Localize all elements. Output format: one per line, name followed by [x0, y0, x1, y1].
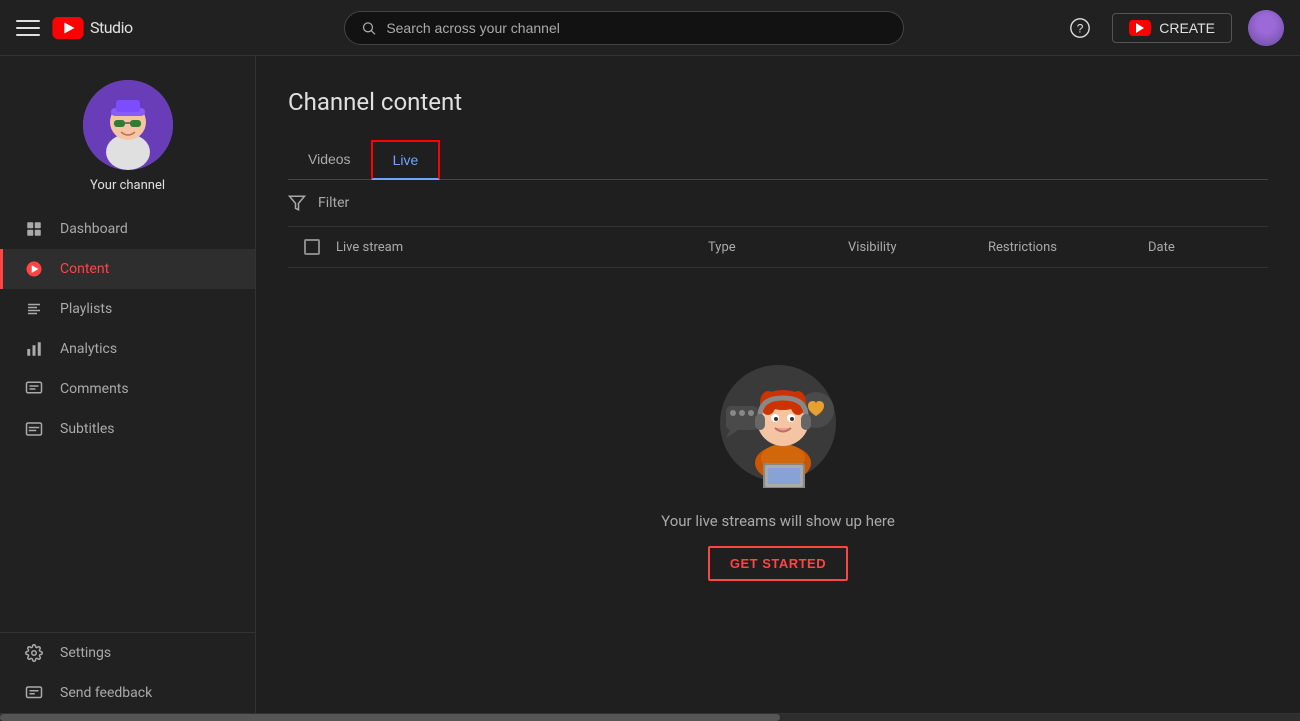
search-icon: [361, 20, 376, 36]
logo[interactable]: Studio: [52, 17, 133, 39]
playlists-label: Playlists: [60, 301, 112, 317]
header: Studio ? CREATE: [0, 0, 1300, 56]
live-stream-col-header: Live stream: [336, 240, 708, 255]
dashboard-label: Dashboard: [60, 221, 128, 237]
page-title: Channel content: [288, 88, 1268, 116]
subtitles-label: Subtitles: [60, 421, 115, 437]
empty-illustration: [708, 348, 848, 488]
filter-row: Filter: [288, 180, 1268, 227]
filter-icon: [288, 194, 306, 212]
sidebar-item-feedback[interactable]: Send feedback: [0, 673, 255, 713]
settings-icon: [24, 643, 44, 663]
search-input[interactable]: [386, 20, 887, 36]
content-tabs: Videos Live: [288, 140, 1268, 180]
header-right: ? CREATE: [1064, 10, 1284, 46]
settings-label: Settings: [60, 645, 111, 661]
sidebar-item-comments[interactable]: Comments: [0, 369, 255, 409]
streaming-illustration: [708, 348, 848, 488]
channel-avatar[interactable]: [83, 80, 173, 170]
tab-live[interactable]: Live: [371, 140, 441, 180]
feedback-label: Send feedback: [60, 685, 152, 701]
feedback-icon: [24, 683, 44, 703]
get-started-button[interactable]: GET STARTED: [708, 546, 848, 581]
dashboard-icon: [24, 219, 44, 239]
create-label: CREATE: [1159, 20, 1215, 36]
avatar[interactable]: [1248, 10, 1284, 46]
date-col-header: Date: [1148, 240, 1268, 255]
body: Your channel Dashboard: [0, 56, 1300, 713]
empty-state: Your live streams will show up here GET …: [288, 268, 1268, 661]
content-icon: [24, 259, 44, 279]
restrictions-col-header: Restrictions: [988, 240, 1148, 255]
select-all-checkbox[interactable]: [304, 239, 320, 255]
visibility-col-header: Visibility: [848, 240, 988, 255]
sidebar: Your channel Dashboard: [0, 56, 256, 713]
sidebar-item-settings[interactable]: Settings: [0, 633, 255, 673]
filter-label: Filter: [318, 195, 349, 211]
sidebar-bottom: Settings Send feedback: [0, 632, 255, 713]
sidebar-item-analytics[interactable]: Analytics: [0, 329, 255, 369]
channel-avatar-illustration: [83, 80, 173, 170]
channel-info: Your channel: [0, 56, 255, 209]
comments-label: Comments: [60, 381, 129, 397]
channel-label: Your channel: [90, 178, 165, 193]
playlists-icon: [24, 299, 44, 319]
youtube-icon: [52, 17, 84, 39]
comments-icon: [24, 379, 44, 399]
analytics-label: Analytics: [60, 341, 117, 357]
avatar-image: [1248, 10, 1284, 46]
svg-text:?: ?: [1077, 21, 1084, 35]
scrollbar-thumb[interactable]: [0, 714, 780, 721]
create-video-icon: [1129, 20, 1151, 36]
search-input-wrapper: [344, 11, 904, 45]
table-header: Live stream Type Visibility Restrictions…: [288, 227, 1268, 268]
help-icon: ?: [1069, 17, 1091, 39]
tab-videos[interactable]: Videos: [288, 140, 371, 180]
create-button[interactable]: CREATE: [1112, 13, 1232, 43]
header-left: Studio: [16, 16, 256, 40]
help-button[interactable]: ?: [1064, 12, 1096, 44]
studio-label: Studio: [90, 18, 133, 37]
sidebar-item-subtitles[interactable]: Subtitles: [0, 409, 255, 449]
select-all-col: [288, 239, 336, 255]
analytics-icon: [24, 339, 44, 359]
sidebar-item-dashboard[interactable]: Dashboard: [0, 209, 255, 249]
content-label: Content: [60, 261, 109, 277]
sidebar-item-content[interactable]: Content: [0, 249, 255, 289]
sidebar-item-playlists[interactable]: Playlists: [0, 289, 255, 329]
subtitles-icon: [24, 419, 44, 439]
main-content: Channel content Videos Live Filter Live …: [256, 56, 1300, 713]
horizontal-scrollbar[interactable]: [0, 713, 1300, 721]
menu-icon[interactable]: [16, 16, 40, 40]
type-col-header: Type: [708, 240, 848, 255]
search-bar: [344, 11, 904, 45]
empty-state-message: Your live streams will show up here: [661, 512, 895, 530]
sidebar-nav: Dashboard Content: [0, 209, 255, 449]
